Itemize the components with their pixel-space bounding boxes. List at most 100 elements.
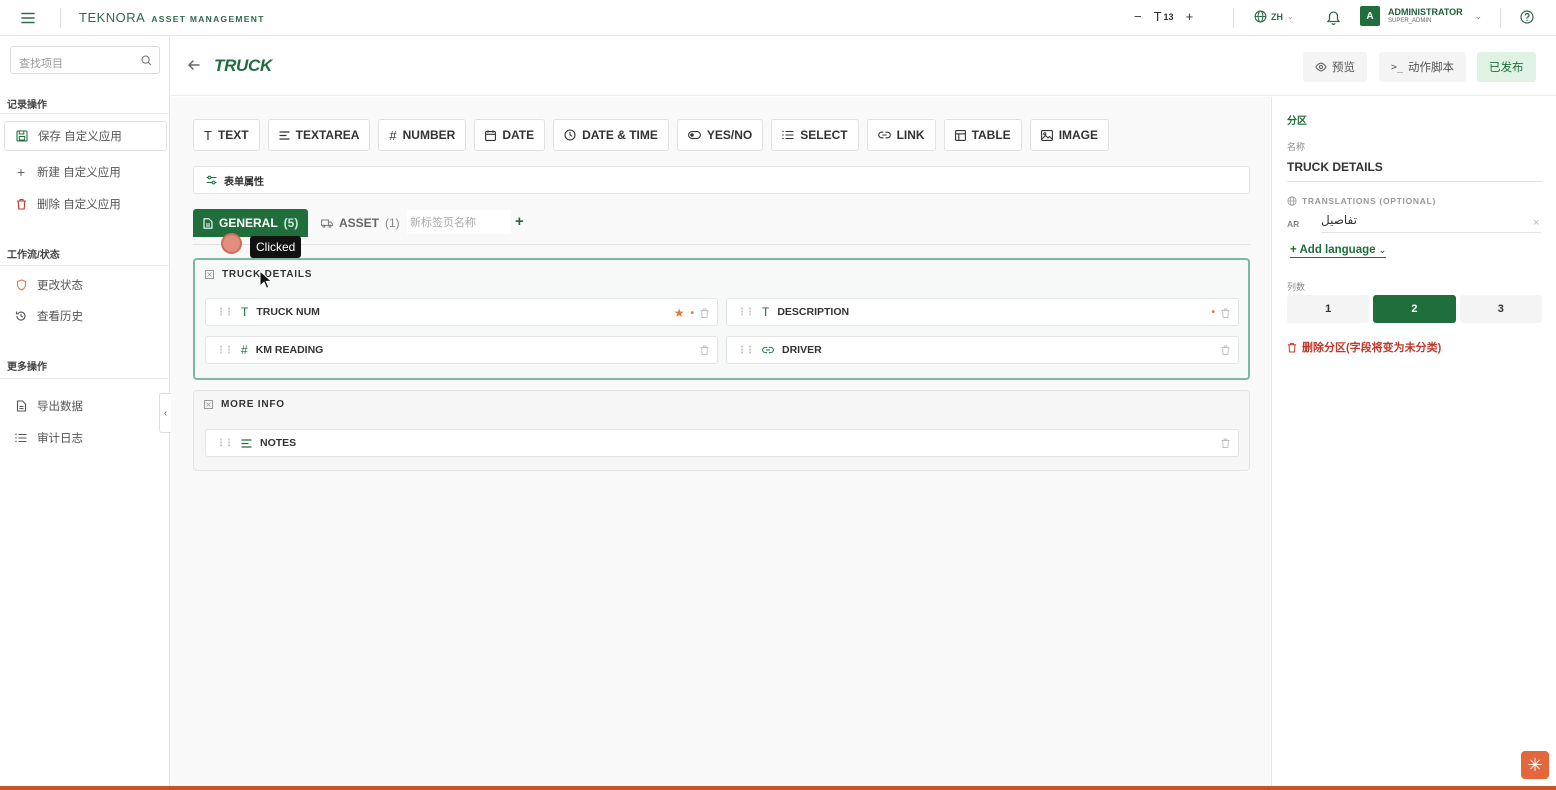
click-tooltip: Clicked xyxy=(250,236,302,258)
delete-section-button[interactable]: 删除分区(字段将变为未分类) xyxy=(1287,339,1441,355)
form-properties-button[interactable]: 表单属性 xyxy=(193,166,1250,194)
close-icon[interactable]: × xyxy=(1533,217,1539,229)
trash-icon xyxy=(14,198,28,210)
toggle-icon xyxy=(687,131,701,139)
trash-icon[interactable] xyxy=(700,308,709,318)
section-collapse-icon[interactable] xyxy=(205,270,214,279)
field-description[interactable]: ⋮⋮ T DESCRIPTION • xyxy=(726,298,1239,326)
shield-icon xyxy=(14,279,28,291)
add-textarea-field-button[interactable]: TEXTAREA xyxy=(267,119,371,151)
help-icon[interactable] xyxy=(1520,10,1534,24)
preview-button[interactable]: 预览 xyxy=(1303,52,1367,82)
section-more-info[interactable]: MORE INFO ⋮⋮ NOTES xyxy=(193,390,1250,471)
translations-label: TRANSLATIONS (OPTIONAL) xyxy=(1302,196,1436,206)
language-selector[interactable]: ZH ⌄ xyxy=(1254,10,1294,23)
add-language-button[interactable]: + Add language ⌄ xyxy=(1290,244,1387,258)
user-name: ADMINISTRATOR xyxy=(1388,7,1463,17)
star-icon: ★ xyxy=(673,306,685,320)
chevron-down-icon: ⌄ xyxy=(1378,245,1387,255)
search-input[interactable]: 查找项目 xyxy=(10,46,160,74)
new-tab-placeholder: 新标签页名称 xyxy=(410,217,476,229)
column-option-1[interactable]: 1 xyxy=(1287,295,1370,323)
tab-general-label: GENERAL xyxy=(219,216,278,230)
workflow-heading: 工作流/状态 xyxy=(7,250,60,261)
change-status-button[interactable]: 更改状态 xyxy=(4,270,167,300)
user-menu[interactable]: A ADMINISTRATOR SUPER_ADMIN ⌄ xyxy=(1360,6,1482,26)
field-notes[interactable]: ⋮⋮ NOTES xyxy=(205,429,1239,457)
column-option-2[interactable]: 2 xyxy=(1373,295,1456,323)
back-arrow-icon[interactable] xyxy=(187,58,201,72)
translation-input[interactable]: تفاصيل xyxy=(1321,213,1541,233)
field-label: NOTES xyxy=(260,437,297,449)
section-name-input[interactable]: TRUCK DETAILS xyxy=(1287,160,1542,182)
action-script-button[interactable]: >_ 动作脚本 xyxy=(1379,52,1467,82)
view-history-label: 查看历史 xyxy=(37,311,83,323)
trash-icon xyxy=(1287,342,1297,353)
export-data-button[interactable]: 导出数据 xyxy=(4,391,167,421)
save-app-button[interactable]: 保存 自定义应用 xyxy=(4,121,167,151)
sliders-icon xyxy=(206,175,217,185)
column-option-3[interactable]: 3 xyxy=(1459,295,1542,323)
globe-icon xyxy=(1254,10,1267,23)
trash-icon[interactable] xyxy=(1221,308,1230,318)
preview-label: 预览 xyxy=(1332,62,1355,74)
add-image-field-button[interactable]: IMAGE xyxy=(1029,119,1110,151)
name-label: 名称 xyxy=(1287,142,1306,152)
hamburger-menu-icon[interactable] xyxy=(20,10,36,26)
add-select-field-button[interactable]: SELECT xyxy=(771,119,859,151)
add-link-field-button[interactable]: LINK xyxy=(866,119,936,151)
published-button[interactable]: 已发布 xyxy=(1477,52,1536,82)
increase-font-button[interactable]: + xyxy=(1186,9,1194,24)
field-label: DESCRIPTION xyxy=(777,306,850,318)
trash-icon[interactable] xyxy=(1221,345,1230,355)
delete-app-label: 删除 自定义应用 xyxy=(37,199,121,211)
drag-handle-icon[interactable]: ⋮⋮ xyxy=(216,307,234,318)
new-app-button[interactable]: + 新建 自定义应用 xyxy=(4,157,167,187)
font-size-icon: T xyxy=(1153,9,1162,24)
drag-handle-icon[interactable]: ⋮⋮ xyxy=(737,307,755,318)
trash-icon[interactable] xyxy=(1221,438,1230,448)
add-yesno-field-button[interactable]: YES/NO xyxy=(676,119,764,151)
document-icon xyxy=(203,217,213,229)
field-truck-num[interactable]: ⋮⋮ T TRUCK NUM ★ • xyxy=(205,298,718,326)
form-builder-canvas: T TEXT TEXTAREA # NUMBER DATE DATE & TIM… xyxy=(171,97,1270,786)
new-tab-name-input[interactable]: 新标签页名称 xyxy=(407,210,511,234)
drag-handle-icon[interactable]: ⋮⋮ xyxy=(216,438,234,449)
mouse-cursor-icon xyxy=(259,270,273,290)
add-number-field-button[interactable]: # NUMBER xyxy=(378,119,467,151)
delete-app-button[interactable]: 删除 自定义应用 xyxy=(4,189,167,219)
add-date-field-button[interactable]: DATE xyxy=(474,119,546,151)
bell-icon[interactable] xyxy=(1326,10,1341,26)
section-truck-details[interactable]: TRUCK DETAILS ⋮⋮ T TRUCK NUM ★ • ⋮⋮ T DE… xyxy=(193,258,1250,380)
audit-log-button[interactable]: 审计日志 xyxy=(4,423,167,453)
add-tab-button[interactable]: + xyxy=(515,213,524,230)
section-collapse-icon[interactable] xyxy=(204,400,213,409)
add-text-field-button[interactable]: T TEXT xyxy=(193,119,260,151)
drag-handle-icon[interactable]: ⋮⋮ xyxy=(737,345,755,356)
action-script-label: 动作脚本 xyxy=(1408,62,1455,74)
tab-general[interactable]: GENERAL (5) xyxy=(193,209,309,237)
list-icon xyxy=(14,433,28,443)
search-icon xyxy=(141,55,152,66)
tab-asset[interactable]: ASSET (1) xyxy=(321,216,400,230)
tab-general-count: (5) xyxy=(283,216,299,230)
decrease-font-button[interactable]: − xyxy=(1134,9,1142,24)
field-km-reading[interactable]: ⋮⋮ # KM READING xyxy=(205,336,718,364)
collapse-sidebar-button[interactable]: ‹ xyxy=(159,393,171,433)
drag-handle-icon[interactable]: ⋮⋮ xyxy=(216,345,234,356)
view-history-button[interactable]: 查看历史 xyxy=(4,301,167,331)
assistant-logo-icon[interactable]: ✳ xyxy=(1521,751,1549,779)
field-driver[interactable]: ⋮⋮ DRIVER xyxy=(726,336,1239,364)
image-icon xyxy=(1040,129,1053,141)
text-icon: T xyxy=(204,127,212,143)
brand-logo[interactable]: TEKNORA ASSET MANAGEMENT xyxy=(79,10,265,25)
user-role: SUPER_ADMIN xyxy=(1388,18,1432,24)
delete-section-label: 删除分区(字段将变为未分类) xyxy=(1302,342,1442,354)
divider xyxy=(1500,8,1501,28)
trash-icon[interactable] xyxy=(700,345,709,355)
search-placeholder: 查找项目 xyxy=(19,58,63,70)
globe-icon xyxy=(1287,196,1297,206)
add-table-field-button[interactable]: TABLE xyxy=(943,119,1022,151)
clock-icon xyxy=(564,129,576,141)
add-datetime-field-button[interactable]: DATE & TIME xyxy=(553,119,669,151)
